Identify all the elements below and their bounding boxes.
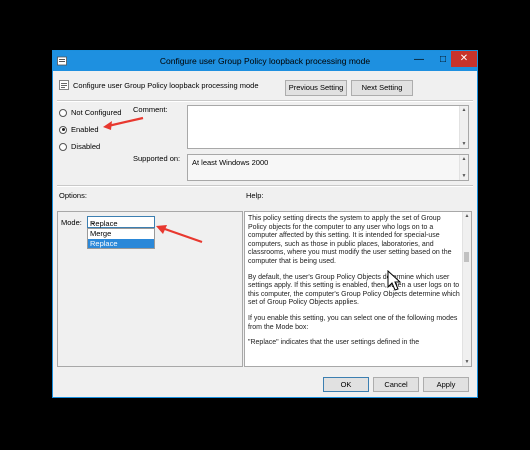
help-paragraph: If you enable this setting, you can sele… xyxy=(248,314,458,331)
options-heading: Options: xyxy=(59,191,87,200)
policy-setting-icon xyxy=(59,80,69,90)
policy-name-label: Configure user Group Policy loopback pro… xyxy=(73,81,259,90)
mode-option-merge[interactable]: Merge xyxy=(88,229,154,239)
supported-on-box: At least Windows 2000 ▲ ▼ xyxy=(187,154,469,181)
cancel-button[interactable]: Cancel xyxy=(373,377,419,392)
ok-button[interactable]: OK xyxy=(323,377,369,392)
radio-disabled[interactable]: Disabled xyxy=(59,142,100,151)
scroll-up-icon[interactable]: ▲ xyxy=(460,106,468,114)
mode-option-replace[interactable]: Replace xyxy=(88,238,154,248)
mode-select[interactable]: Replace ⌄ xyxy=(87,216,155,228)
supported-on-scrollbar[interactable]: ▲ ▼ xyxy=(459,155,468,180)
minimize-button[interactable]: — xyxy=(409,53,429,67)
comment-scrollbar[interactable]: ▲ ▼ xyxy=(459,106,468,148)
radio-enabled-circle[interactable] xyxy=(59,125,67,134)
radio-not-configured-label: Not Configured xyxy=(71,108,122,117)
header-separator xyxy=(57,100,473,102)
radio-disabled-label: Disabled xyxy=(71,142,101,151)
scroll-down-icon[interactable]: ▼ xyxy=(463,358,471,366)
close-button[interactable]: ✕ xyxy=(451,51,477,67)
supported-on-value: At least Windows 2000 xyxy=(192,158,269,167)
scroll-up-icon[interactable]: ▲ xyxy=(460,155,468,163)
previous-setting-button[interactable]: Previous Setting xyxy=(285,80,347,96)
options-separator xyxy=(57,185,473,187)
help-heading: Help: xyxy=(246,191,264,200)
scroll-up-icon[interactable]: ▲ xyxy=(463,212,471,220)
help-paragraph: By default, the user's Group Policy Obje… xyxy=(248,273,460,307)
scroll-down-icon[interactable]: ▼ xyxy=(460,140,468,148)
comment-textbox[interactable]: ▲ ▼ xyxy=(187,105,469,149)
chevron-down-icon[interactable]: ⌄ xyxy=(90,218,151,226)
help-paragraph: This policy setting directs the system t… xyxy=(248,215,452,265)
comment-label: Comment: xyxy=(133,105,168,114)
help-scroll-thumb[interactable] xyxy=(464,252,469,262)
mode-dropdown-list[interactable]: Merge Replace xyxy=(87,228,155,249)
help-text: This policy setting directs the system t… xyxy=(248,215,460,355)
help-scrollbar[interactable]: ▲ ▼ xyxy=(462,212,471,366)
radio-not-configured[interactable]: Not Configured xyxy=(59,108,121,117)
supported-on-label: Supported on: xyxy=(133,154,181,163)
radio-enabled-label: Enabled xyxy=(71,125,99,134)
help-panel: This policy setting directs the system t… xyxy=(244,211,472,367)
radio-disabled-circle[interactable] xyxy=(59,142,67,151)
next-setting-button[interactable]: Next Setting xyxy=(351,80,413,96)
title-bar[interactable]: Configure user Group Policy loopback pro… xyxy=(53,51,477,71)
mode-label: Mode: xyxy=(61,218,82,227)
radio-enabled[interactable]: Enabled xyxy=(59,125,99,134)
radio-not-configured-circle[interactable] xyxy=(59,108,67,117)
maximize-button[interactable]: □ xyxy=(433,53,453,67)
scroll-down-icon[interactable]: ▼ xyxy=(460,172,468,180)
policy-dialog: Configure user Group Policy loopback pro… xyxy=(52,50,478,398)
apply-button[interactable]: Apply xyxy=(423,377,469,392)
help-paragraph: "Replace" indicates that the user settin… xyxy=(248,339,420,347)
